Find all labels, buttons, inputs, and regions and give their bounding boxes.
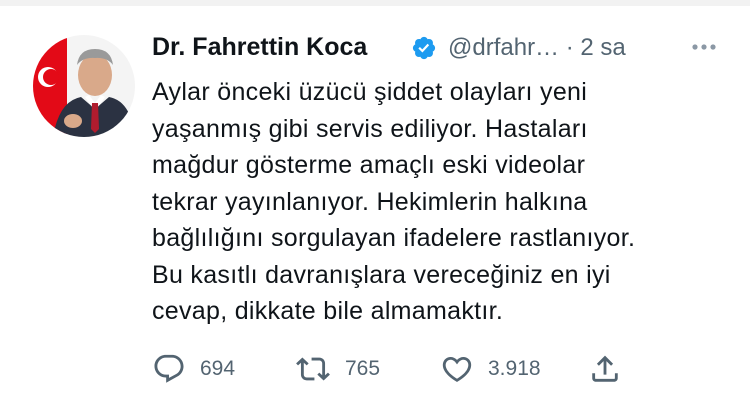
reply-icon (154, 354, 184, 383)
tweet-text-line: mağdur gösterme amaçlı eski videolar (152, 151, 586, 179)
author-name[interactable]: Dr. Fahrettin Koca (152, 33, 367, 62)
tweet-timestamp[interactable]: 2 sa (580, 34, 625, 61)
author-handle[interactable]: @drfahr… (448, 34, 559, 61)
share-button[interactable] (588, 348, 622, 390)
action-bar: 694 765 3.918 (152, 348, 632, 390)
retweet-button[interactable]: 765 (295, 348, 380, 390)
avatar[interactable] (33, 35, 135, 137)
tweet-text-line: cevap, dikkate bile almamaktır. (152, 297, 504, 325)
tweet-header: Dr. Fahrettin Koca @drfahr… · 2 sa (152, 29, 722, 69)
tweet-text-line: Bu kasıtlı davranışlara vereceğiniz en i… (152, 260, 611, 289)
author-meta: @drfahr… · 2 sa (448, 34, 626, 62)
like-button[interactable]: 3.918 (440, 348, 541, 390)
more-options-button[interactable] (684, 29, 724, 65)
more-icon (692, 44, 716, 50)
avatar-photo (33, 35, 135, 137)
like-count: 3.918 (488, 357, 541, 380)
retweet-count: 765 (345, 357, 381, 380)
tweet-text-line: tekrar yayınlanıyor. Hekimlerin halkına (152, 187, 588, 216)
heart-icon (442, 356, 472, 382)
share-icon (592, 355, 618, 382)
tweet-text-line: Aylar önceki üzücü şiddet olayları yeni (152, 78, 588, 106)
reply-button[interactable]: 694 (152, 348, 235, 390)
tweet-text-line: yaşanmış gibi servis ediliyor. Hastaları (152, 114, 588, 143)
retweet-icon (296, 357, 330, 381)
tweet-text-line: bağlılığını sorgulayan ifadelere rastlan… (152, 224, 636, 252)
verified-badge-icon (411, 35, 437, 61)
top-divider (0, 0, 750, 6)
tweet-text: Aylar önceki üzücü şiddet olayları yeni … (152, 74, 722, 330)
reply-count: 694 (200, 357, 236, 380)
meta-separator: · (565, 34, 574, 61)
